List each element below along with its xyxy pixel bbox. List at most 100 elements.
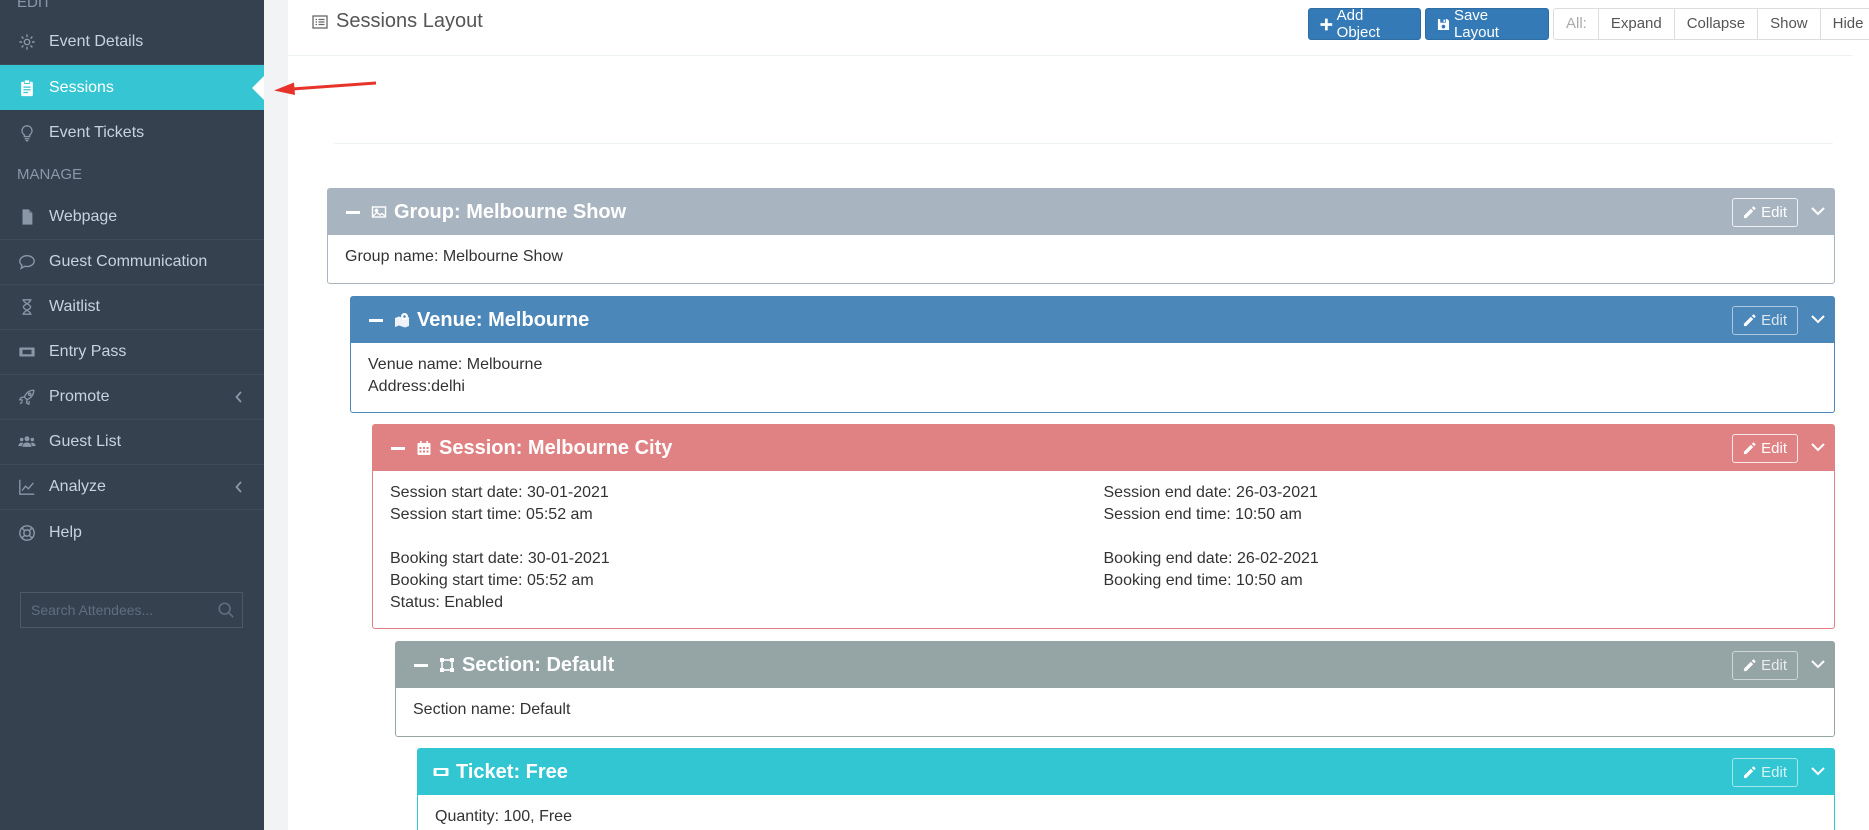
- lifebuoy-icon: [17, 523, 37, 543]
- section-name-line: Section name: Default: [413, 701, 571, 718]
- session-panel-header[interactable]: Session: Melbourne City Edit: [373, 425, 1834, 471]
- collapse-button[interactable]: Collapse: [1673, 9, 1757, 39]
- group-panel: Group: Melbourne Show Edit Group name: M…: [327, 188, 1835, 284]
- session-edit-button[interactable]: Edit: [1732, 434, 1798, 463]
- sidebar-item-label: Promote: [49, 388, 110, 405]
- gear-icon: [17, 32, 37, 52]
- session-start-date: Session start date: 30-01-2021: [390, 484, 609, 501]
- sidebar-item-label: Guest List: [49, 433, 122, 450]
- session-end-date: Session end date: 26-03-2021: [1103, 484, 1318, 501]
- sidebar-item-label: Analyze: [49, 478, 106, 495]
- search-attendees-input[interactable]: [20, 592, 243, 628]
- venue-panel-header[interactable]: Venue: Melbourne Edit: [351, 297, 1834, 343]
- sidebar-item-label: Event Tickets: [49, 123, 145, 141]
- collapse-minus-icon[interactable]: [346, 210, 360, 214]
- sidebar-item-waitlist[interactable]: Waitlist: [0, 285, 264, 330]
- add-object-button[interactable]: Add Object: [1308, 7, 1421, 41]
- collapse-minus-icon[interactable]: [391, 446, 405, 450]
- booking-start-time: Booking start time: 05:52 am: [390, 572, 594, 589]
- ticket-panel-body: Quantity: 100, Free: [418, 795, 1834, 830]
- search-icon[interactable]: [217, 601, 235, 619]
- session-right-column: Session end date: 26-03-2021 Session end…: [1104, 482, 1818, 614]
- save-layout-button[interactable]: Save Layout: [1425, 7, 1549, 41]
- group-edit-button[interactable]: Edit: [1732, 198, 1798, 227]
- plus-icon: [1320, 18, 1333, 30]
- edit-label: Edit: [1761, 312, 1787, 329]
- page-title-text: Sessions Layout: [336, 10, 483, 32]
- lightbulb-icon: [17, 123, 37, 143]
- map-marker-icon: [393, 311, 411, 329]
- hide-button[interactable]: Hide: [1819, 9, 1869, 39]
- group-name-line: Group name: Melbourne Show: [345, 248, 563, 265]
- rocket-icon: [17, 387, 37, 407]
- sidebar-item-event-tickets[interactable]: Event Tickets: [0, 110, 264, 155]
- session-status: Status: Enabled: [390, 594, 503, 611]
- session-panel-body: Session start date: 30-01-2021 Session s…: [373, 471, 1834, 625]
- hourglass-icon: [17, 297, 37, 317]
- chevron-down-icon[interactable]: [1810, 441, 1826, 453]
- pencil-icon: [1744, 442, 1756, 455]
- pencil-icon: [1744, 766, 1756, 779]
- chevron-left-icon: [235, 481, 242, 493]
- all-label: All:: [1566, 15, 1587, 32]
- sidebar-section-manage: MANAGE: [17, 166, 83, 183]
- floppy-icon: [1437, 18, 1450, 30]
- booking-end-time: Booking end time: 10:50 am: [1103, 572, 1303, 589]
- sidebar-item-promote[interactable]: Promote: [0, 375, 264, 420]
- sidebar-item-guest-communication[interactable]: Guest Communication: [0, 240, 264, 285]
- venue-edit-button[interactable]: Edit: [1732, 306, 1798, 335]
- image-icon: [370, 203, 388, 221]
- sidebar-item-label: Entry Pass: [49, 343, 127, 360]
- group-title: Group: Melbourne Show: [394, 200, 627, 223]
- section-edit-button[interactable]: Edit: [1732, 651, 1798, 680]
- ticket-edit-button[interactable]: Edit: [1732, 758, 1798, 787]
- sidebar-item-event-details[interactable]: Event Details: [0, 20, 264, 65]
- sidebar-item-label: Guest Communication: [49, 253, 208, 270]
- sidebar-item-label: Help: [49, 523, 82, 541]
- sidebar-item-help[interactable]: Help: [0, 510, 264, 555]
- annotation-arrow: [274, 81, 377, 95]
- session-panel: Session: Melbourne City Edit Session sta…: [372, 424, 1835, 629]
- chevron-down-icon[interactable]: [1810, 205, 1826, 217]
- sidebar-item-entry-pass[interactable]: Entry Pass: [0, 330, 264, 375]
- list-icon: [312, 14, 328, 29]
- pencil-icon: [1744, 314, 1756, 327]
- collapse-minus-icon[interactable]: [414, 663, 428, 667]
- sidebar-item-label: Event Details: [49, 33, 144, 50]
- group-panel-header[interactable]: Group: Melbourne Show Edit: [328, 189, 1834, 235]
- ticket-panel-header[interactable]: Ticket: Free Edit: [418, 749, 1834, 795]
- section-panel-header[interactable]: Section: Default Edit: [396, 642, 1834, 688]
- divider: [334, 143, 1833, 144]
- chevron-down-icon[interactable]: [1810, 765, 1826, 777]
- sidebar-item-guest-list[interactable]: Guest List: [0, 420, 264, 465]
- chevron-down-icon[interactable]: [1810, 313, 1826, 325]
- session-start-time: Session start time: 05:52 am: [390, 506, 593, 523]
- edit-label: Edit: [1761, 764, 1787, 781]
- search-box: [20, 592, 244, 628]
- section-title: Section: Default: [462, 653, 615, 676]
- session-end-time: Session end time: 10:50 am: [1103, 506, 1302, 523]
- pencil-icon: [1744, 206, 1756, 219]
- ticket-icon: [432, 763, 450, 781]
- content-gutter: [264, 0, 288, 830]
- add-object-label: Add Object: [1336, 7, 1381, 41]
- venue-title: Venue: Melbourne: [417, 308, 590, 331]
- save-layout-label: Save Layout: [1453, 7, 1499, 41]
- section-panel: Section: Default Edit Section name: Defa…: [395, 641, 1835, 737]
- booking-start-date: Booking start date: 30-01-2021: [390, 550, 610, 567]
- layout-toolbar: Sessions Layout Add Object Save Layout A…: [286, 0, 1869, 56]
- sidebar-item-webpage[interactable]: Webpage: [0, 195, 264, 240]
- chart-icon: [17, 477, 37, 497]
- expand-button[interactable]: Expand: [1597, 9, 1674, 39]
- collapse-minus-icon[interactable]: [369, 318, 383, 322]
- calendar-icon: [415, 439, 433, 457]
- booking-end-date: Booking end date: 26-02-2021: [1103, 550, 1319, 567]
- show-button[interactable]: Show: [1757, 9, 1820, 39]
- section-panel-body: Section name: Default: [396, 688, 1834, 732]
- sidebar-item-sessions[interactable]: Sessions: [0, 65, 264, 110]
- sidebar-item-analyze[interactable]: Analyze: [0, 465, 264, 510]
- object-group-icon: [438, 656, 456, 674]
- edit-label: Edit: [1761, 204, 1787, 221]
- clipboard-icon: [17, 78, 37, 98]
- chevron-down-icon[interactable]: [1810, 658, 1826, 670]
